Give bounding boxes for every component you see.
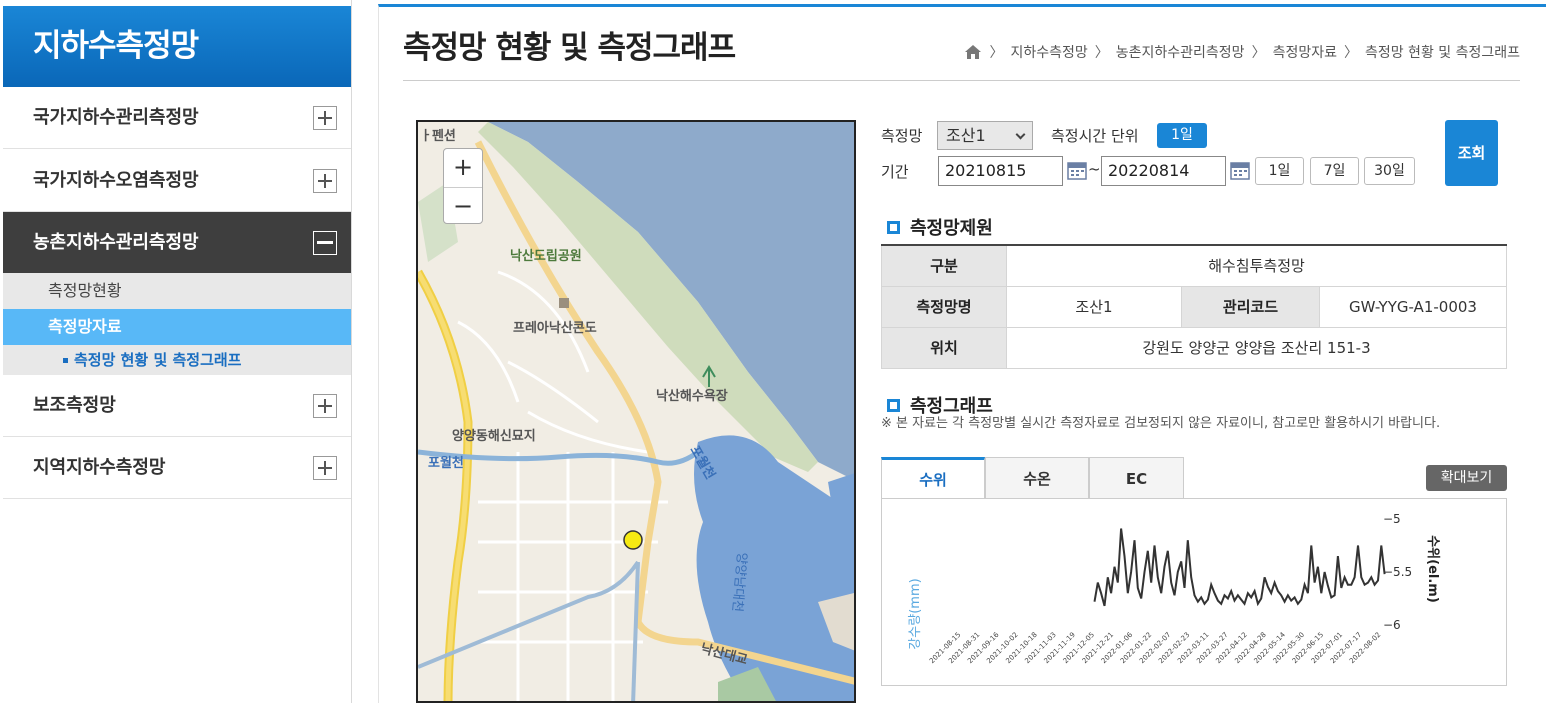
zoom-control: + − <box>443 148 483 224</box>
chevron-right-icon: 〉 <box>1094 45 1109 61</box>
quick-7day-button[interactable]: 7일 <box>1310 157 1359 185</box>
chart: 강수량(mm) 수위(el.m) −5 −5.5 −6 2021-08-15 2021… <box>881 498 1507 686</box>
chevron-right-icon: 〉 <box>1251 45 1266 61</box>
tab-water-temp[interactable]: 수온 <box>985 457 1089 499</box>
table-cell-name: 조산1 <box>1006 285 1182 328</box>
period-label: 기간 <box>881 163 909 181</box>
map-label-park: 낙산도립공원 <box>510 248 582 264</box>
sub-item-label: 측정망현황 <box>48 281 122 300</box>
title-divider <box>403 80 1520 81</box>
zoom-in-button[interactable]: + <box>444 149 482 186</box>
sub-item-network-data[interactable]: 측정망자료 <box>3 309 351 345</box>
info-heading-text: 측정망제원 <box>910 218 993 239</box>
bullet-icon <box>63 358 68 363</box>
menu-item-national-pollution[interactable]: 국가지하수오염측정망 <box>3 150 351 212</box>
map-label-pension: ㅏ펜션 <box>420 128 456 144</box>
table-cell-category: 해수침투측정망 <box>1006 244 1507 287</box>
unit-label: 측정시간 단위 <box>1051 127 1139 145</box>
menu-item-rural-management[interactable]: 농촌지하수관리측정망 <box>3 212 351 274</box>
menu-item-label: 보조측정망 <box>33 395 116 416</box>
quick-30day-button[interactable]: 30일 <box>1364 157 1415 185</box>
minus-icon[interactable] <box>313 231 337 255</box>
info-table: 구분 해수침투측정망 측정망명 조산1 관리코드 GW-YYG-A1-0003 … <box>881 244 1507 369</box>
table-cell-location: 강원도 양양군 양양읍 조산리 151-3 <box>1006 326 1507 369</box>
y-tick-label: −5 <box>1383 512 1401 526</box>
graph-note: ※ 본 자료는 각 측정망별 실시간 측정자료로 검보정되지 않은 자료이니, … <box>881 416 1441 431</box>
plus-icon[interactable] <box>313 394 337 418</box>
menu-item-national-management[interactable]: 국가지하수관리측정망 <box>3 87 351 149</box>
quick-1day-button[interactable]: 1일 <box>1255 157 1304 185</box>
table-header-code: 관리코드 <box>1181 285 1320 328</box>
breadcrumb-item[interactable]: 측정망자료 <box>1273 42 1337 62</box>
building-icon <box>559 298 569 308</box>
water-level-series-line <box>1093 528 1386 607</box>
table-header-category: 구분 <box>881 244 1007 287</box>
map-label-beach: 낙산해수욕장 <box>656 388 728 404</box>
plus-icon[interactable] <box>313 106 337 130</box>
tab-water-level[interactable]: 수위 <box>881 457 985 499</box>
square-bullet-icon <box>887 398 900 412</box>
left-axis-label: 강수량(mm) <box>908 578 923 649</box>
start-date-input[interactable]: 20210815 <box>938 156 1063 186</box>
breadcrumb: 〉 지하수측정망 〉 농촌지하수관리측정망 〉 측정망자료 〉 측정망 현황 및… <box>964 42 1520 62</box>
zoom-out-button[interactable]: − <box>444 187 482 224</box>
calendar-icon[interactable] <box>1067 160 1087 180</box>
breadcrumb-item[interactable]: 지하수측정망 <box>1010 42 1087 62</box>
right-axis-label: 수위(el.m) <box>1425 535 1440 603</box>
station-marker[interactable] <box>623 530 643 550</box>
map-label-stream: 포월천 <box>428 455 464 471</box>
home-icon[interactable] <box>964 44 982 60</box>
subsub-item-label: 측정망 현황 및 측정그래프 <box>74 351 242 369</box>
table-cell-code: GW-YYG-A1-0003 <box>1319 285 1507 328</box>
menu-item-label: 농촌지하수관리측정망 <box>33 232 199 253</box>
station-select-value: 조산1 <box>946 126 986 145</box>
subsub-item-status-graph[interactable]: 측정망 현황 및 측정그래프 <box>3 345 351 375</box>
zoom-view-button[interactable]: 확대보기 <box>1426 465 1507 491</box>
chevron-down-icon <box>1015 129 1026 140</box>
menu-item-regional[interactable]: 지역지하수측정망 <box>3 437 351 499</box>
table-header-location: 위치 <box>881 326 1007 369</box>
map-label-condo: 프레아낙산콘도 <box>513 320 597 336</box>
date-range-separator: ~ <box>1088 160 1101 178</box>
unit-day-button[interactable]: 1일 <box>1157 123 1207 148</box>
info-heading: 측정망제원 <box>887 214 993 240</box>
end-date-input[interactable]: 20220814 <box>1101 156 1226 186</box>
menu-item-label: 국가지하수오염측정망 <box>33 170 199 191</box>
y-tick-label: −6 <box>1383 618 1401 632</box>
plus-icon[interactable] <box>313 169 337 193</box>
sidebar-title: 지하수측정망 <box>3 6 351 87</box>
square-bullet-icon <box>887 220 900 234</box>
table-header-name: 측정망명 <box>881 285 1007 328</box>
chevron-right-icon: 〉 <box>1343 45 1358 61</box>
map-canvas[interactable]: ㅏ펜션 낙산도립공원 프레아낙산콘도 낙산해수욕장 양양동해신묘지 포월천 포월… <box>418 122 856 703</box>
breadcrumb-item[interactable]: 농촌지하수관리측정망 <box>1116 42 1245 62</box>
search-button[interactable]: 조회 <box>1445 120 1498 186</box>
menu-item-label: 국가지하수관리측정망 <box>33 107 199 128</box>
sidebar: 지하수측정망 국가지하수관리측정망 국가지하수오염측정망 농촌지하수관리측정망 … <box>0 0 352 703</box>
calendar-icon[interactable] <box>1230 160 1250 180</box>
menu-item-auxiliary[interactable]: 보조측정망 <box>3 375 351 437</box>
sub-item-network-status[interactable]: 측정망현황 <box>3 273 351 309</box>
page-title: 측정망 현황 및 측정그래프 <box>403 30 736 66</box>
sub-item-label: 측정망자료 <box>48 317 122 336</box>
chart-canvas: 강수량(mm) 수위(el.m) −5−5.5−6 2021-08-152021… <box>908 512 1440 665</box>
y-tick-label: −5.5 <box>1383 565 1412 579</box>
chevron-right-icon: 〉 <box>989 45 1004 61</box>
tab-ec[interactable]: EC <box>1089 457 1184 499</box>
menu-item-label: 지역지하수측정망 <box>33 457 166 478</box>
station-label: 측정망 <box>881 127 923 145</box>
breadcrumb-item[interactable]: 측정망 현황 및 측정그래프 <box>1365 42 1520 62</box>
plus-icon[interactable] <box>313 456 337 480</box>
map-label-cemetery: 양양동해신묘지 <box>452 428 536 444</box>
station-select[interactable]: 조산1 <box>937 121 1033 150</box>
